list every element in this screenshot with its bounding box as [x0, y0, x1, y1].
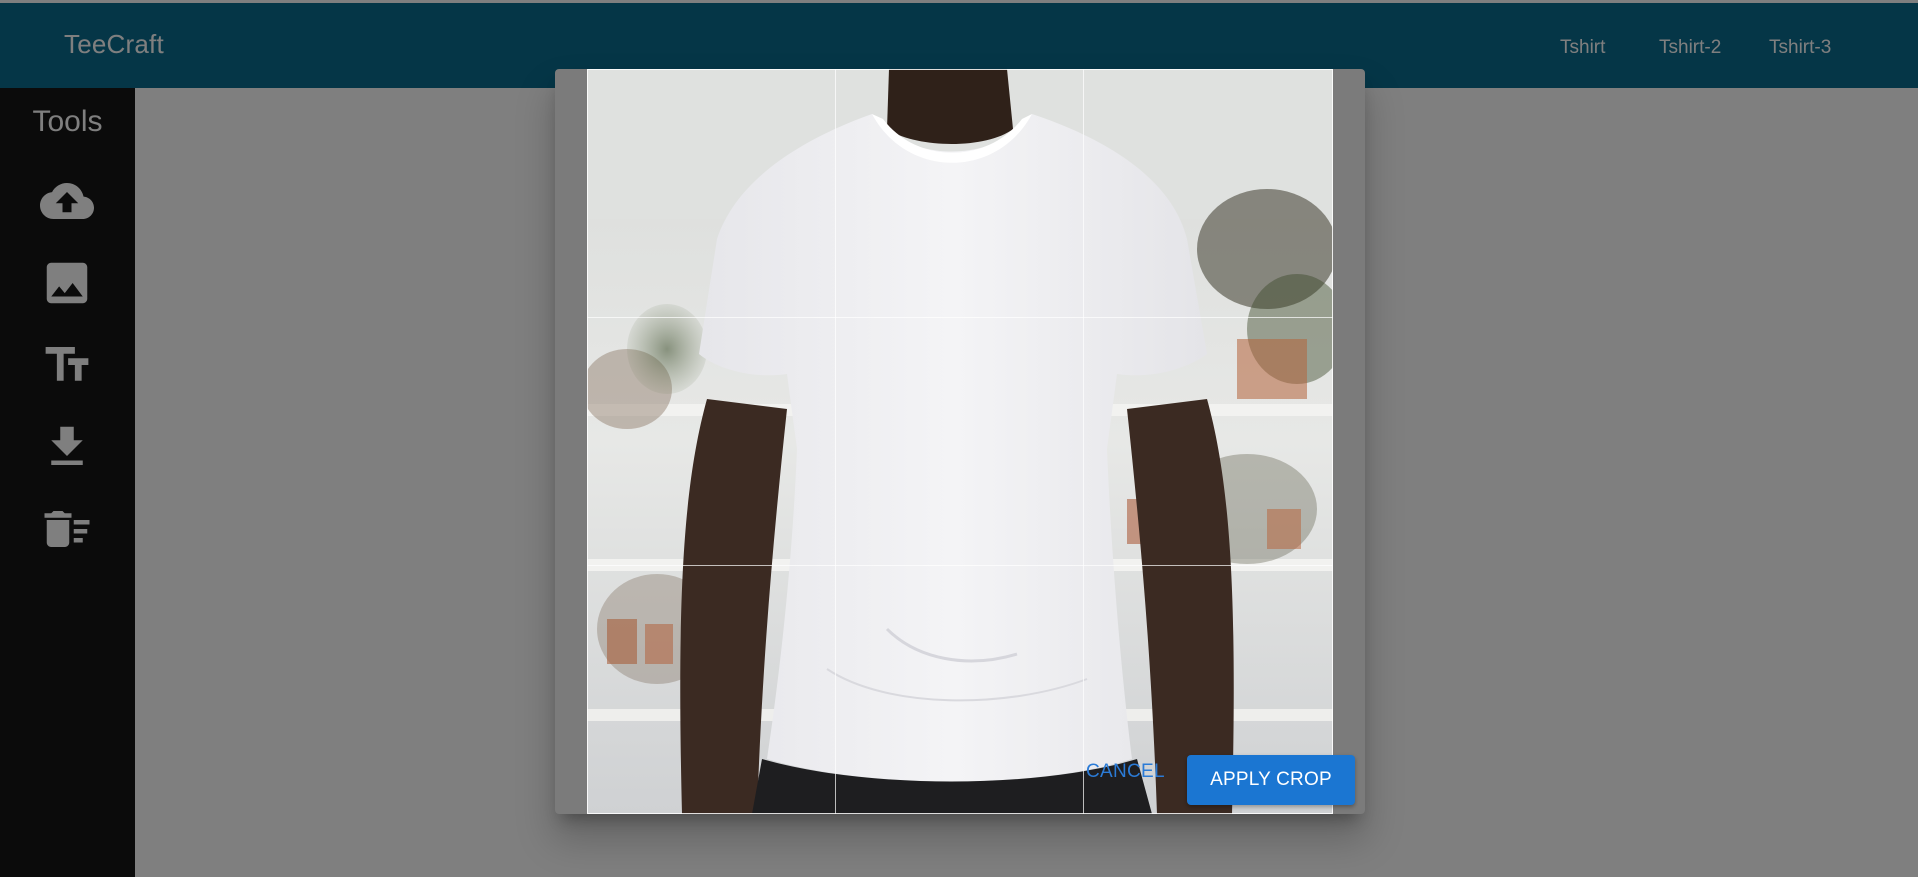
app-root: TeeCraft Tshirt Tshirt-2 Tshirt-3 Tools — [0, 0, 1918, 877]
crop-grid-line — [587, 565, 1333, 566]
tshirt-photo — [587, 69, 1333, 814]
apply-crop-button[interactable]: APPLY CROP — [1187, 755, 1355, 805]
crop-grid-line — [835, 69, 836, 814]
crop-grid-line — [1083, 69, 1084, 814]
crop-area[interactable] — [587, 69, 1333, 814]
crop-grid-line — [587, 317, 1333, 318]
crop-dialog: CANCEL APPLY CROP — [555, 69, 1365, 814]
cancel-button[interactable]: CANCEL — [1086, 761, 1165, 783]
